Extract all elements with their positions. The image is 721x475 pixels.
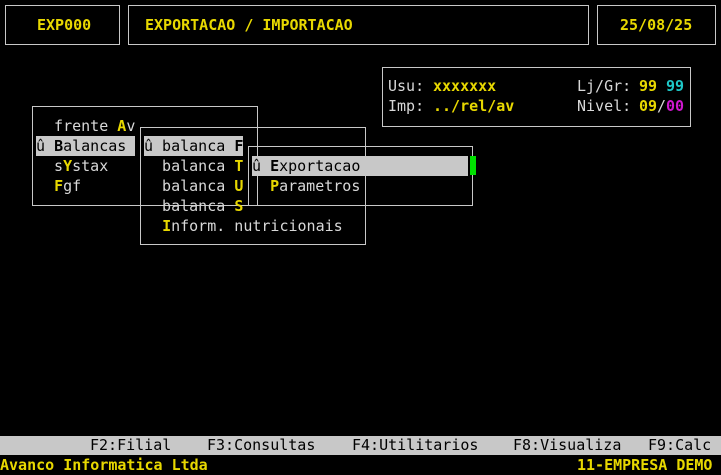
menu-main-item-hotkey: A xyxy=(117,117,127,135)
status-bar: Avanco Informatica Ltda 11-EMPRESA DEMO xyxy=(0,456,721,475)
nivel-value-b: 00 xyxy=(666,97,685,115)
gr-value: 99 xyxy=(666,77,685,95)
program-code: EXP000 xyxy=(37,16,92,34)
fkey-f8[interactable]: F8:Visualiza xyxy=(513,436,621,455)
menu-balancas-item-text: nform. nutricionais xyxy=(171,217,343,235)
menu-main-item-hotkey: B xyxy=(54,137,64,155)
menu-main-item-text: stax xyxy=(72,157,109,175)
menu-balancas-item-text: balanca xyxy=(144,197,235,215)
nivel-value-a: 09 xyxy=(639,97,658,115)
menu-balanca-f-item-text: xportacao xyxy=(279,157,361,175)
menu-main-item-3[interactable]: Fgf xyxy=(36,176,81,196)
menu-balancas-item-4[interactable]: Inform. nutricionais xyxy=(144,216,343,236)
imp-label: Imp: xyxy=(388,97,425,115)
menu-balancas-item-text: balanca xyxy=(144,157,235,175)
menu-balanca-f-item-hotkey: E xyxy=(270,157,280,175)
menu-main-item-text: gf xyxy=(63,177,82,195)
menu-balancas-item-text xyxy=(144,217,162,235)
menu-balancas-item-2[interactable]: balanca U xyxy=(144,176,243,196)
menu-main-item-hotkey: F xyxy=(54,177,64,195)
menu-balanca-f-item-text: arametros xyxy=(279,177,361,195)
usu-value: xxxxxxx xyxy=(433,77,497,95)
fkey-f3[interactable]: F3:Consultas xyxy=(207,436,315,455)
fkey-f2[interactable]: F2:Filial xyxy=(90,436,171,455)
menu-main-item-text: v xyxy=(126,117,136,135)
screen-title: EXPORTACAO / IMPORTACAO xyxy=(145,16,353,34)
menu-main-item-text: û xyxy=(36,137,55,155)
menu-main-item-text: frente xyxy=(36,117,118,135)
menu-balancas-item-hotkey: U xyxy=(234,177,244,195)
nivel-separator: / xyxy=(657,97,667,115)
menu-main-item-2[interactable]: sYstax xyxy=(36,156,108,176)
menu-balanca-f-item-text: û xyxy=(252,157,271,175)
ljgr-label: Lj/Gr: xyxy=(577,77,632,95)
function-key-bar: F2:Filial F3:Consultas F4:Utilitarios F8… xyxy=(0,436,721,455)
menu-main-item-1[interactable]: û Balancas xyxy=(36,136,135,156)
menu-balanca-f-item-0[interactable]: û Exportacao xyxy=(252,156,468,176)
fkey-f4[interactable]: F4:Utilitarios xyxy=(352,436,478,455)
date-display: 25/08/25 xyxy=(620,16,693,34)
usu-label: Usu: xyxy=(388,77,425,95)
menu-main-item-text: s xyxy=(36,157,64,175)
menu-balancas-item-1[interactable]: balanca T xyxy=(144,156,243,176)
menu-main-item-hotkey: Y xyxy=(63,157,73,175)
lj-value: 99 xyxy=(639,77,658,95)
menu-balanca-f-item-hotkey: P xyxy=(270,177,280,195)
menu-balancas-item-3[interactable]: balanca S xyxy=(144,196,243,216)
fkey-f9[interactable]: F9:Calc xyxy=(648,436,711,455)
empresa-label: 11-EMPRESA DEMO xyxy=(577,456,713,474)
menu-balancas-item-hotkey: F xyxy=(234,137,244,155)
menu-balancas-item-hotkey: T xyxy=(234,157,244,175)
menu-balancas-item-0[interactable]: û balanca F xyxy=(144,136,243,156)
cursor-marker xyxy=(470,156,476,175)
nivel-label: Nivel: xyxy=(577,97,632,115)
company-name: Avanco Informatica Ltda xyxy=(0,456,208,474)
menu-balancas-item-text: û balanca xyxy=(144,137,235,155)
menu-balanca-f-item-text xyxy=(252,177,270,195)
imp-value: ../rel/av xyxy=(433,97,515,115)
menu-balancas-item-hotkey: I xyxy=(162,217,172,235)
menu-main-item-text: alancas xyxy=(63,137,127,155)
menu-balancas-item-text: balanca xyxy=(144,177,235,195)
menu-balanca-f-item-1[interactable]: Parametros xyxy=(252,176,360,196)
menu-main-item-text xyxy=(36,177,54,195)
menu-balancas-item-hotkey: S xyxy=(234,197,244,215)
menu-main-item-0[interactable]: frente Av xyxy=(36,116,135,136)
